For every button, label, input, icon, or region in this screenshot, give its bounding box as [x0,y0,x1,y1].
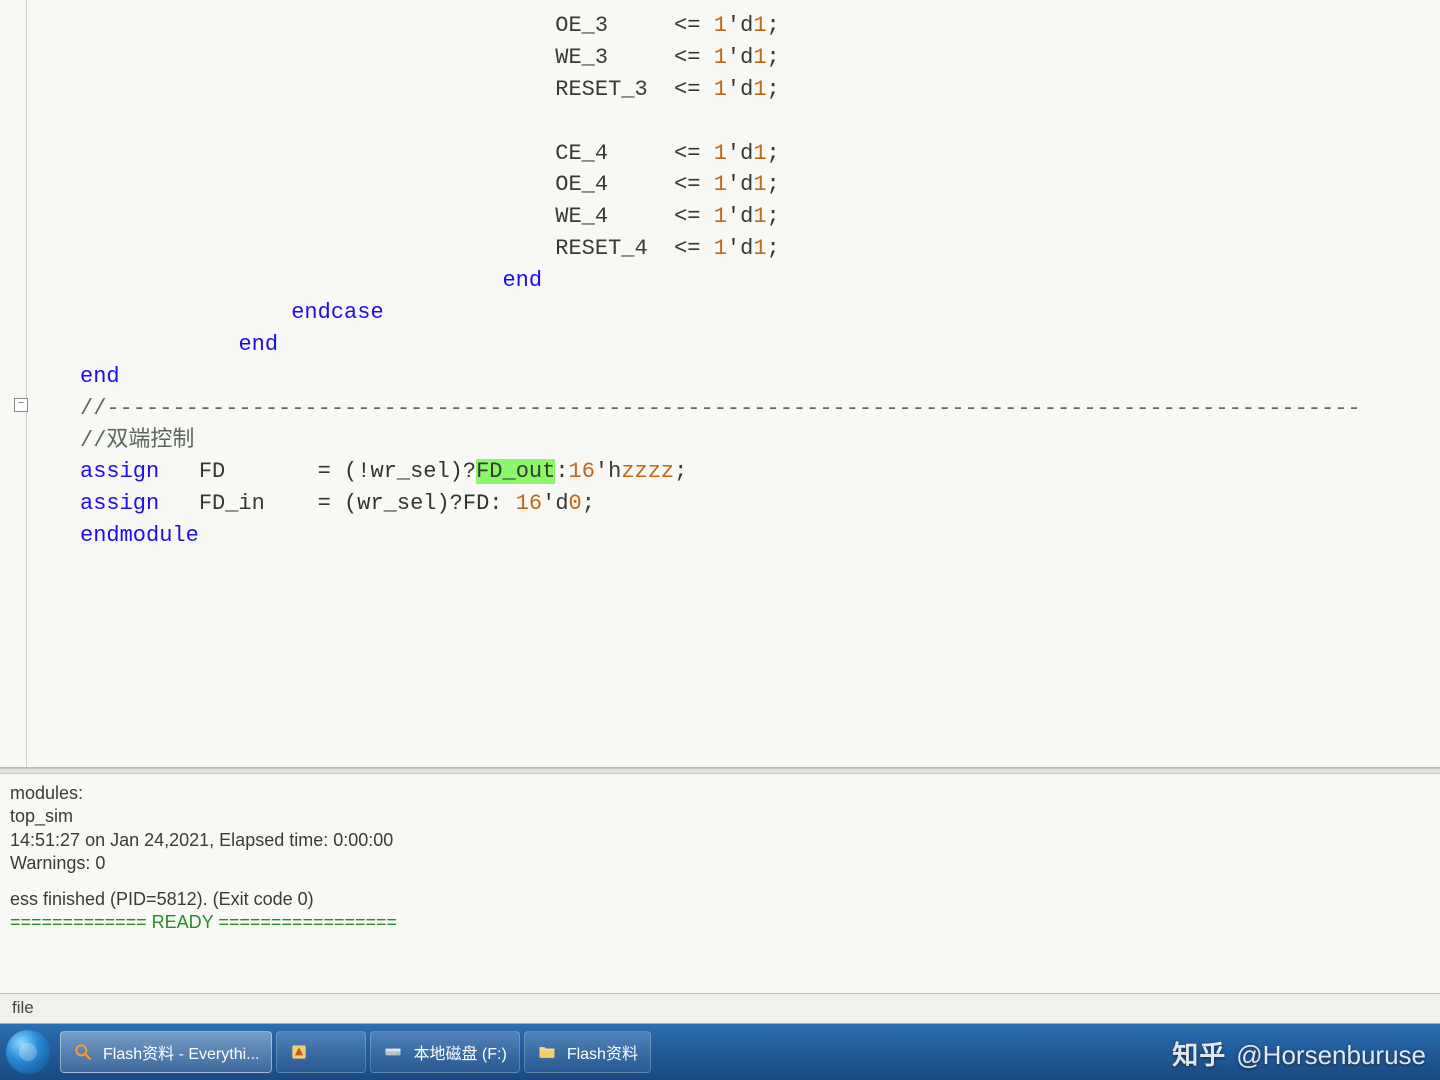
watermark-user: @Horsenburuse [1236,1040,1426,1070]
console-line: top_sim [10,805,1430,828]
drive-icon [383,1042,403,1062]
zhihu-logo: 知乎 [1172,1040,1226,1070]
taskbar-item-drive[interactable]: 本地磁盘 (F:) [370,1031,519,1073]
status-text: file [12,998,34,1017]
search-icon [73,1042,93,1062]
folder-icon [537,1042,557,1062]
status-bar: file [0,994,1440,1024]
console-output-pane[interactable]: modules: top_sim 14:51:27 on Jan 24,2021… [0,774,1440,994]
console-line: modules: [10,782,1430,805]
code-editor-pane[interactable]: − OE_3 <= 1'd1; WE_3 <= 1'd1; RESET_3 <=… [0,0,1440,768]
app-icon [289,1042,309,1062]
code-content[interactable]: OE_3 <= 1'd1; WE_3 <= 1'd1; RESET_3 <= 1… [80,10,1440,552]
taskbar[interactable]: Flash资料 - Everythi... 本地磁盘 (F:) Flash资料 … [0,1024,1440,1080]
task-label: Flash资料 [567,1040,638,1064]
console-line: 14:51:27 on Jan 24,2021, Elapsed time: 0… [10,829,1430,852]
console-ready-line: ============= READY ================= [10,911,1430,934]
gutter-line [26,0,27,767]
task-label: Flash资料 - Everythi... [103,1040,259,1064]
start-button[interactable] [6,1030,50,1074]
taskbar-item-folder[interactable]: Flash资料 [524,1031,651,1073]
watermark-text: 知乎 @Horsenburuse [1172,1035,1426,1072]
taskbar-item-everything[interactable]: Flash资料 - Everythi... [60,1031,272,1073]
taskbar-item-app[interactable] [276,1031,366,1073]
console-line: ess finished (PID=5812). (Exit code 0) [10,888,1430,911]
console-line: Warnings: 0 [10,852,1430,875]
fold-minus-icon[interactable]: − [14,398,28,412]
task-label: 本地磁盘 (F:) [413,1040,506,1064]
